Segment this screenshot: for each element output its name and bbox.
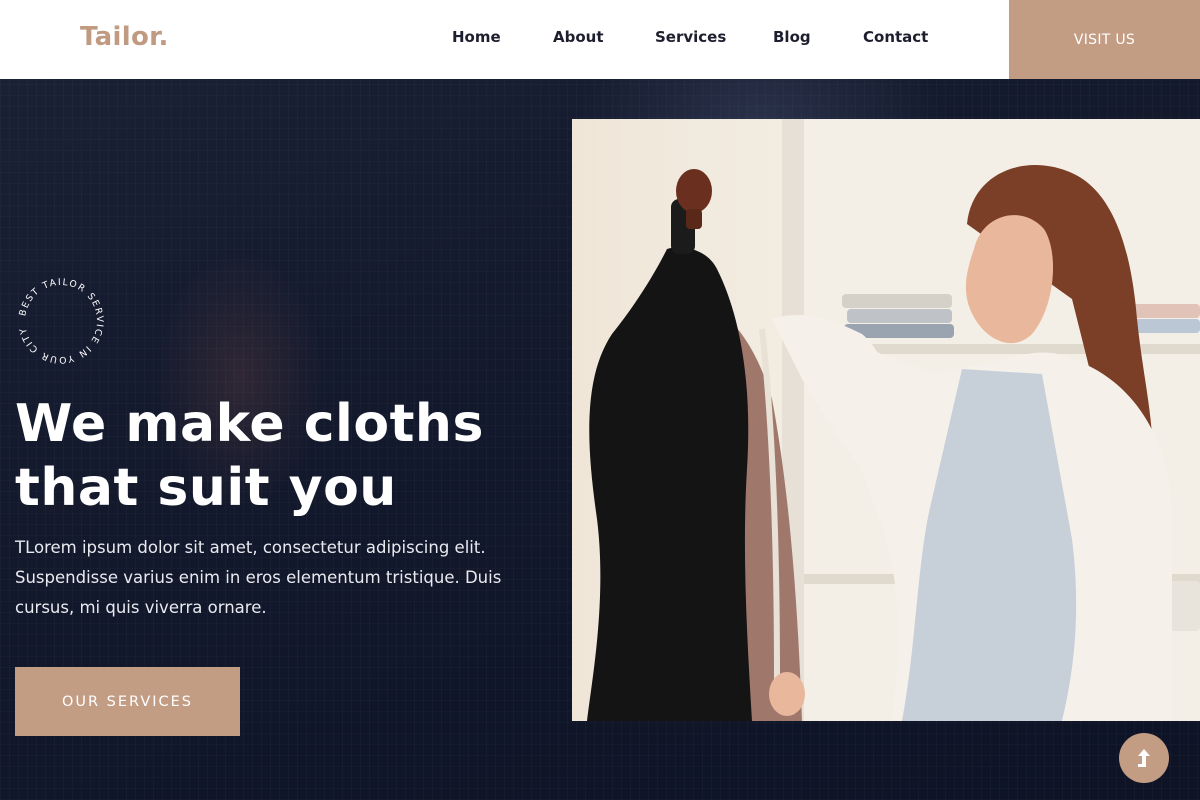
logo[interactable]: Tailor. <box>80 22 169 52</box>
badge-text: BEST TAILOR SERVICE IN YOUR CITY <box>17 277 103 365</box>
svg-text:BEST TAILOR SERVICE IN YOUR CI: BEST TAILOR SERVICE IN YOUR CITY <box>17 277 105 365</box>
tailor-illustration <box>587 119 1200 721</box>
nav-link-blog[interactable]: Blog <box>773 28 811 46</box>
hero-description: TLorem ipsum dolor sit amet, consectetur… <box>15 538 502 617</box>
nav-link-about[interactable]: About <box>553 28 604 46</box>
our-services-button[interactable]: OUR SERVICES <box>15 667 240 736</box>
nav-link-services[interactable]: Services <box>655 28 726 46</box>
scroll-to-top-button[interactable] <box>1119 733 1169 783</box>
arrow-up-icon <box>1138 749 1150 767</box>
nav-link-contact[interactable]: Contact <box>863 28 928 46</box>
top-navigation: Tailor. Home About Services Blog Contact… <box>0 0 1200 79</box>
hero-title: We make cloths that suit you <box>15 394 484 518</box>
hero-photo <box>572 119 1200 721</box>
best-tailor-badge: BEST TAILOR SERVICE IN YOUR CITY <box>17 277 105 365</box>
nav-link-home[interactable]: Home <box>452 28 501 46</box>
visit-us-button[interactable]: VISIT US <box>1009 0 1200 79</box>
